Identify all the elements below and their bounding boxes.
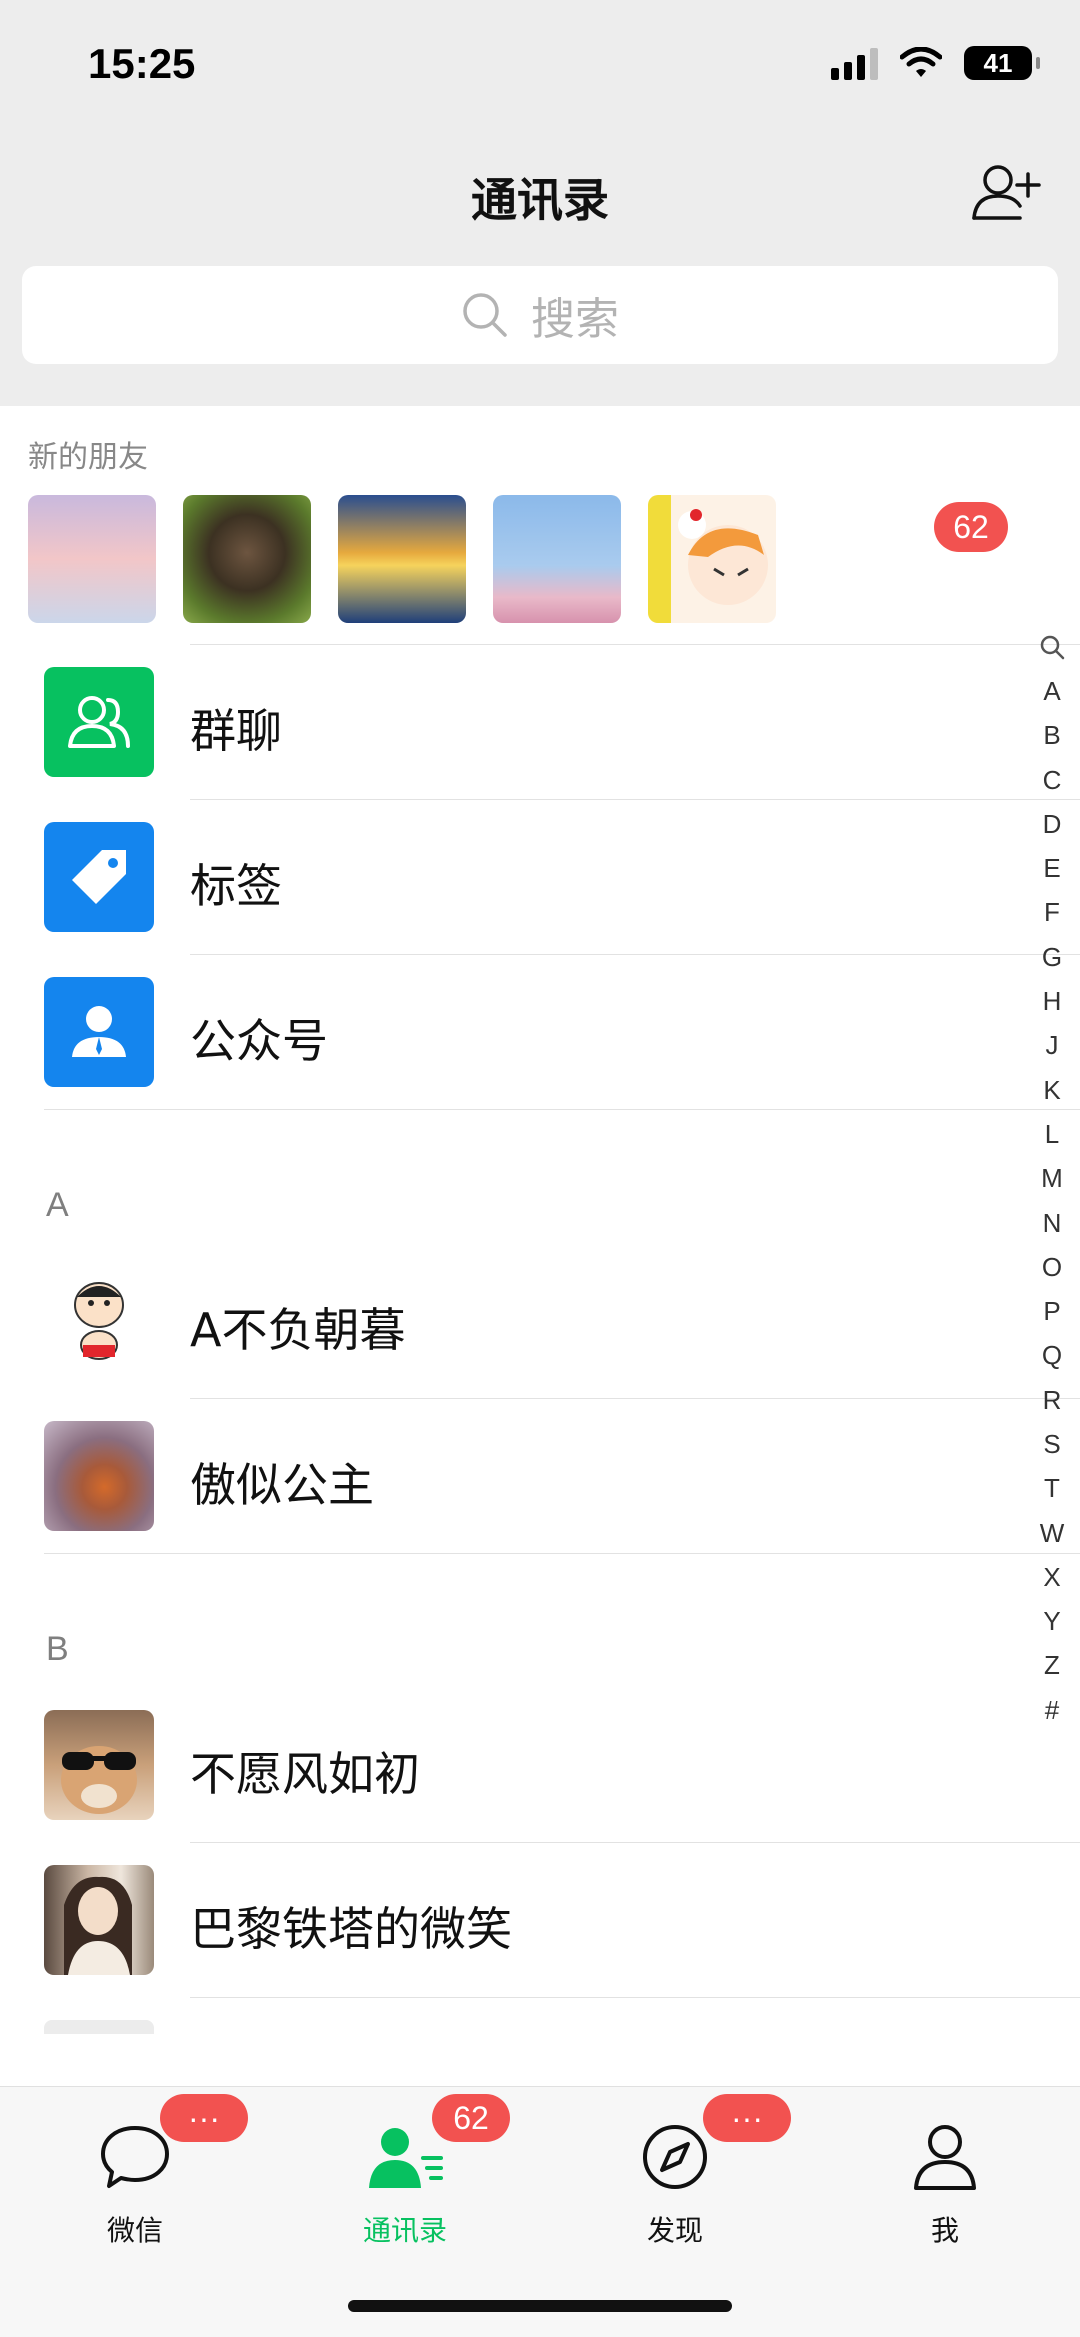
index-letter[interactable]: F: [1040, 891, 1065, 935]
index-letter[interactable]: P: [1040, 1289, 1065, 1333]
search-placeholder: 搜索: [531, 294, 619, 345]
index-letter[interactable]: Z: [1040, 1644, 1065, 1688]
avatar: [44, 1710, 154, 1820]
cartoon-girl-icon: [678, 509, 768, 605]
tab-label: 发现: [646, 2214, 703, 2247]
index-letter[interactable]: N: [1040, 1201, 1065, 1245]
index-letter[interactable]: W: [1040, 1511, 1065, 1555]
tab-label: 我: [930, 2214, 959, 2247]
official-account-icon: [44, 977, 154, 1087]
tab-discover-badge: ···: [703, 2094, 791, 2142]
new-friends-avatars[interactable]: [28, 495, 776, 623]
row-official-accounts[interactable]: 公众号: [0, 955, 1040, 1109]
status-icons: 41: [831, 46, 1040, 80]
index-letter[interactable]: #: [1040, 1688, 1065, 1732]
contact-name: 巴黎铁塔的微笑: [190, 1902, 512, 1956]
tag-icon: [44, 822, 154, 932]
index-letter[interactable]: Y: [1040, 1600, 1065, 1644]
contact-name: 傲似公主: [190, 1458, 374, 1512]
index-letter[interactable]: A: [1040, 669, 1065, 713]
battery-icon: 41: [964, 46, 1040, 80]
new-friends-label: 新的朋友: [28, 440, 148, 475]
index-search-icon[interactable]: [1039, 625, 1065, 669]
index-letter[interactable]: T: [1040, 1467, 1065, 1511]
index-letter[interactable]: J: [1040, 1024, 1065, 1068]
index-letter[interactable]: E: [1040, 846, 1065, 890]
section-letter-a: A: [46, 1186, 69, 1224]
home-indicator: [348, 2300, 732, 2312]
compass-icon: [635, 2117, 715, 2197]
person-icon: [905, 2117, 985, 2197]
tab-label: 通讯录: [362, 2214, 447, 2247]
avatar: [44, 2020, 154, 2034]
wifi-icon: [900, 47, 942, 77]
contact-row[interactable]: 傲似公主: [0, 1399, 1040, 1553]
row-group-chat[interactable]: 群聊: [0, 645, 1040, 799]
add-friend-icon[interactable]: [970, 160, 1042, 222]
contact-name: A不负朝暮: [190, 1303, 406, 1357]
index-letter[interactable]: D: [1040, 802, 1065, 846]
contacts-icon: [365, 2117, 445, 2197]
header-area: 15:25 41 通讯录 搜索: [0, 0, 1080, 406]
divider: [190, 1997, 1080, 1998]
index-letter[interactable]: C: [1040, 758, 1065, 802]
contact-name: 不愿风如初: [190, 1747, 420, 1801]
avatar[interactable]: [648, 495, 776, 623]
search-bar[interactable]: 搜索: [22, 266, 1058, 364]
avatar[interactable]: [28, 495, 156, 623]
avatar: [44, 1865, 154, 1975]
row-label: 标签: [190, 859, 282, 913]
index-letter[interactable]: O: [1040, 1245, 1065, 1289]
tab-me[interactable]: 我: [845, 2117, 1045, 2257]
index-letter[interactable]: H: [1040, 979, 1065, 1023]
index-letter[interactable]: R: [1040, 1378, 1065, 1422]
row-tags[interactable]: 标签: [0, 800, 1040, 954]
divider: [44, 1109, 1080, 1110]
index-letter[interactable]: L: [1040, 1112, 1065, 1156]
group-chat-icon: [44, 667, 154, 777]
contact-row[interactable]: A不负朝暮: [0, 1244, 1040, 1398]
page-title: 通讯录: [471, 173, 609, 227]
index-letters[interactable]: A B C D E F G H J K L M N O P Q R S T W X Y Z #: [1040, 669, 1065, 1732]
cellular-signal-icon: [831, 46, 878, 80]
search-icon: [463, 293, 507, 337]
contact-row[interactable]: 巴黎铁塔的微笑: [0, 1843, 1040, 1997]
section-letter-b: B: [46, 1630, 69, 1668]
avatar: [44, 1266, 154, 1376]
divider: [44, 1553, 1080, 1554]
alphabet-index[interactable]: A B C D E F G H J K L M N O P Q R S T W X Y Z #: [1032, 625, 1072, 1732]
index-letter[interactable]: X: [1040, 1555, 1065, 1599]
tab-chats-badge: ···: [160, 2094, 248, 2142]
index-letter[interactable]: Q: [1040, 1334, 1065, 1378]
avatar[interactable]: [493, 495, 621, 623]
index-letter[interactable]: G: [1040, 935, 1065, 979]
row-label: 群聊: [190, 704, 282, 758]
tab-contacts-badge: 62: [432, 2094, 510, 2142]
row-label: 公众号: [190, 1014, 328, 1068]
tab-label: 微信: [106, 2214, 163, 2247]
new-friends-badge: 62: [934, 502, 1008, 552]
contact-row[interactable]: 不愿风如初: [0, 1688, 1040, 1842]
index-letter[interactable]: K: [1040, 1068, 1065, 1112]
avatar[interactable]: [183, 495, 311, 623]
status-time: 15:25: [88, 40, 196, 87]
index-letter[interactable]: S: [1040, 1422, 1065, 1466]
avatar: [44, 1421, 154, 1531]
index-letter[interactable]: M: [1040, 1157, 1065, 1201]
avatar[interactable]: [338, 495, 466, 623]
index-letter[interactable]: B: [1040, 714, 1065, 758]
